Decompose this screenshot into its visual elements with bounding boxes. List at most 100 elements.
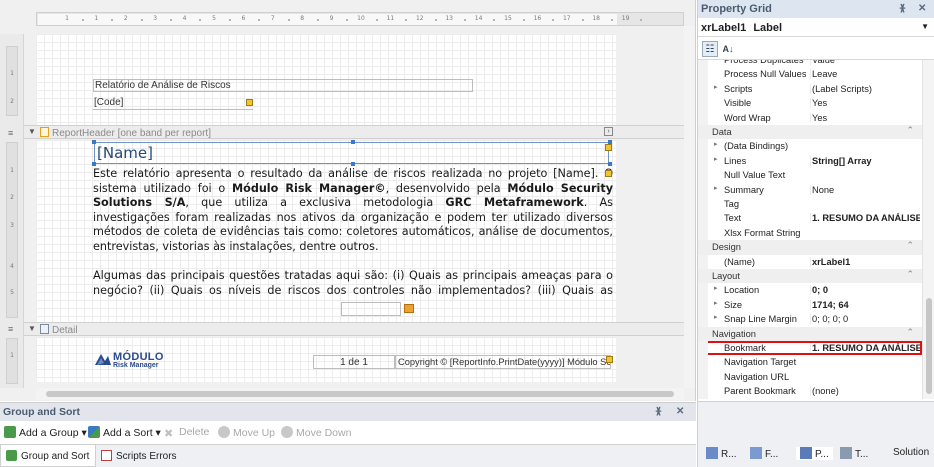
band-collapse-icon[interactable]: ≡ (8, 128, 13, 138)
property-grid-toolbar: ☷ A↓ (698, 38, 934, 60)
property-category[interactable]: Navigation ⌃ (698, 326, 922, 341)
property-value[interactable]: 1. RESUMO DA ANÁLISE (810, 213, 920, 224)
tab-report-explorer[interactable]: R... (706, 447, 737, 460)
page-info-label[interactable]: 1 de 1 (313, 355, 395, 369)
property-value[interactable]: None (810, 184, 920, 195)
report-header-band-label: ReportHeader [one band per report] (52, 128, 211, 139)
smart-tag-icon[interactable] (246, 99, 253, 106)
property-category[interactable]: Layout ⌃ (698, 269, 922, 284)
expand-icon[interactable]: ▸ (714, 313, 718, 321)
delete-button[interactable]: ✖ Delete (164, 426, 209, 440)
property-name: Text (724, 213, 742, 224)
close-icon[interactable]: ✕ (918, 3, 926, 14)
collapse-icon[interactable]: ⌃ (906, 269, 914, 280)
property-row[interactable]: Navigation URL (698, 369, 922, 385)
property-row[interactable]: Null Value Text (698, 168, 922, 183)
property-value[interactable]: 0; 0; 0; 0 (810, 314, 920, 325)
picture-placeholder[interactable] (341, 302, 401, 316)
tab-property-grid[interactable]: P... (796, 447, 833, 460)
object-selector-dropdown[interactable]: xrLabel1 Label ▼ (698, 19, 934, 37)
horizontal-scrollbar[interactable] (36, 388, 684, 400)
property-row[interactable]: ▸ Summary None (698, 182, 922, 197)
tab-group-and-sort[interactable]: Group and Sort (0, 445, 97, 467)
vertical-ruler-number: 2 (10, 194, 14, 201)
smart-tag-icon[interactable] (606, 356, 613, 363)
pin-icon[interactable]: ᚕ (656, 406, 661, 417)
property-row[interactable]: Word Wrap Yes (698, 110, 922, 125)
copyright-label[interactable]: Copyright © [ReportInfo.PrintDate(yyyy)]… (395, 355, 611, 369)
property-row[interactable]: ▸ (Data Bindings) (698, 139, 922, 154)
collapse-icon[interactable]: ⌃ (906, 240, 914, 251)
property-value[interactable]: (Label Scripts) (810, 83, 920, 94)
vertical-scrollbar[interactable] (684, 26, 695, 388)
property-value[interactable]: xrLabel1 (810, 256, 920, 267)
report-title-label[interactable]: Relatório de Análise de Riscos (93, 79, 473, 92)
property-row[interactable]: ▸ Lines String[] Array (698, 153, 922, 169)
property-value[interactable]: 1. RESUMO DA ANÁLISE (810, 343, 920, 353)
tab-scripts-errors[interactable]: Scripts Errors (96, 445, 183, 467)
chevron-down-icon[interactable]: ▼ (921, 22, 929, 31)
ruler-tick-label: 8 (300, 15, 305, 22)
property-row[interactable]: ▸ Location 0; 0 (698, 283, 922, 298)
report-header-band-caption[interactable]: ▼ ReportHeader [one band per report] › (24, 125, 684, 139)
property-name: Size (724, 299, 743, 310)
property-row[interactable]: Xlsx Format String (698, 225, 922, 241)
property-value[interactable]: 0; 0 (810, 285, 920, 296)
tab-field-list[interactable]: F... (750, 447, 778, 460)
expand-icon[interactable]: ▸ (714, 155, 718, 163)
add-group-button[interactable]: Add a Group ▾ (4, 426, 87, 439)
add-sort-button[interactable]: Add a Sort ▾ (88, 426, 161, 439)
band-tasks-icon[interactable]: › (604, 127, 613, 136)
property-value[interactable]: String[] Array (810, 155, 920, 166)
expand-icon[interactable]: ▸ (714, 83, 718, 91)
pin-icon[interactable]: ᚕ (900, 3, 905, 14)
property-row[interactable]: Process Duplicates Ta Value (698, 60, 922, 68)
property-row[interactable]: Bookmark 1. RESUMO DA ANÁLISE (698, 341, 922, 356)
property-row[interactable]: Process Null Values Leave (698, 67, 922, 82)
code-label[interactable]: [Code] (93, 97, 253, 110)
property-category[interactable]: Design ⌃ (698, 240, 922, 255)
smart-tag-icon[interactable] (605, 144, 612, 151)
property-value[interactable]: (none) (810, 386, 920, 397)
band-expand-icon[interactable]: ▼ (28, 324, 36, 333)
property-value[interactable]: 1714; 64 (810, 299, 920, 310)
property-value[interactable]: Value (810, 60, 920, 65)
tab-toolbox[interactable]: T... (840, 447, 868, 460)
expand-icon[interactable]: ▸ (714, 284, 718, 292)
scripts-errors-icon (101, 450, 112, 461)
property-value[interactable]: Leave (810, 69, 920, 80)
property-category[interactable]: Data ⌃ (698, 125, 922, 140)
band-collapse-icon[interactable]: ≡ (8, 324, 13, 334)
property-value[interactable]: Yes (810, 98, 920, 109)
property-row[interactable]: Parent Bookmark (none) (698, 384, 922, 399)
property-row[interactable]: ▸ Scripts (Label Scripts) (698, 81, 922, 97)
property-row[interactable]: ▸ Size 1714; 64 (698, 297, 922, 313)
collapse-icon[interactable]: ⌃ (906, 125, 914, 136)
detail-band-caption[interactable]: ▼ Detail (24, 322, 684, 336)
property-value[interactable]: Yes (810, 112, 920, 123)
smart-tag-icon[interactable] (605, 170, 612, 177)
property-row[interactable]: Text 1. RESUMO DA ANÁLISE (698, 211, 922, 226)
expand-icon[interactable]: ▸ (714, 140, 718, 148)
collapse-icon[interactable]: ⌃ (906, 327, 914, 338)
band-expand-icon[interactable]: ▼ (28, 127, 36, 136)
property-row[interactable]: (Name) xrLabel1 (698, 254, 922, 269)
categorized-view-icon[interactable]: ☷ (702, 41, 718, 57)
modulo-logo[interactable]: MÓDULO Risk Manager (93, 351, 165, 371)
property-row[interactable]: Visible Yes (698, 96, 922, 111)
move-up-button[interactable]: Move Up (218, 426, 275, 439)
property-grid-scrollbar[interactable] (922, 60, 934, 399)
design-canvas[interactable]: Relatório de Análise de Riscos [Code] ▼ … (24, 34, 684, 388)
summary-rich-text[interactable]: Este relatório apresenta o resultado da … (93, 167, 613, 314)
add-group-icon (4, 426, 16, 438)
alphabetical-sort-icon[interactable]: A↓ (720, 41, 736, 57)
tab-solution[interactable]: Solution (893, 447, 929, 458)
property-row[interactable]: ▸ Snap Line Margin 0; 0; 0; 0 (698, 312, 922, 327)
property-row[interactable]: Tag (698, 197, 922, 212)
close-icon[interactable]: ✕ (676, 406, 684, 417)
expand-icon[interactable]: ▸ (714, 184, 718, 192)
move-down-button[interactable]: Move Down (281, 426, 351, 439)
name-label[interactable]: [Name] (94, 142, 609, 164)
property-row[interactable]: Navigation Target (698, 355, 922, 370)
expand-icon[interactable]: ▸ (714, 299, 718, 307)
